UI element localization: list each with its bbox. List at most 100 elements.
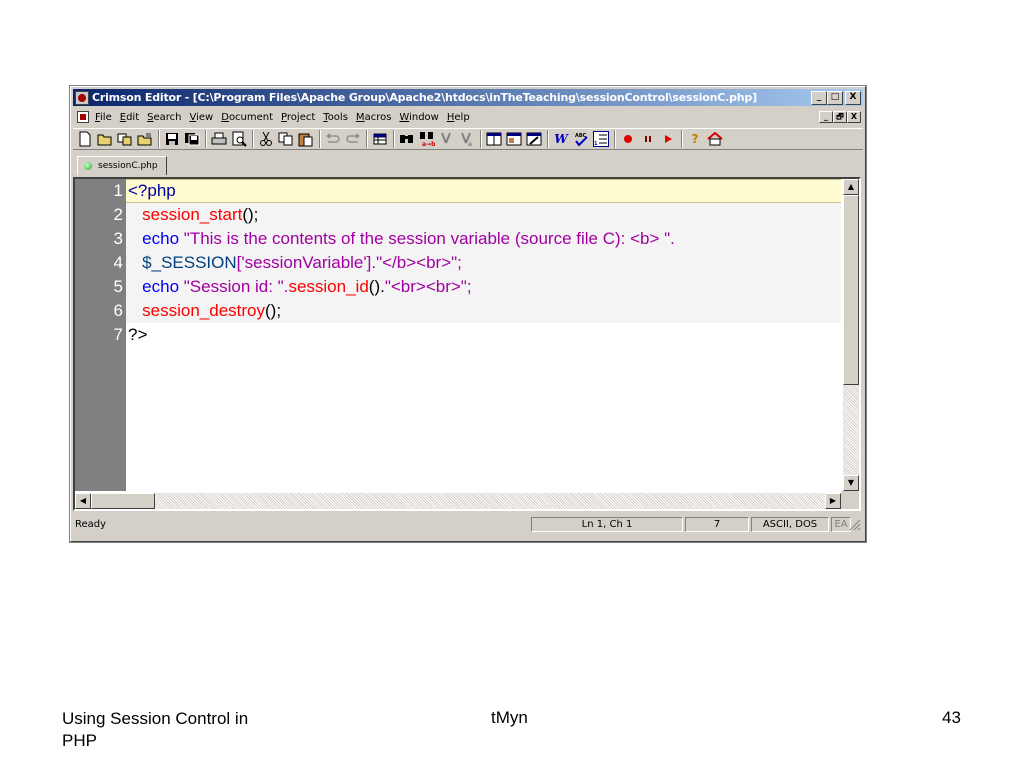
code-token: "<br><br>";	[384, 277, 472, 296]
save-all-icon[interactable]	[184, 131, 200, 147]
toolbar-separator	[681, 130, 683, 148]
copy-icon[interactable]	[278, 131, 294, 147]
spell-check-icon[interactable]: ABC	[573, 131, 589, 147]
redo-icon[interactable]	[345, 131, 361, 147]
word-wrap-icon[interactable]: W	[553, 131, 569, 147]
caption-buttons: _ □ X	[811, 90, 861, 105]
code-token: $_SESSION	[128, 253, 237, 272]
find-next-icon[interactable]: a→b	[419, 131, 435, 147]
undo-icon[interactable]	[325, 131, 341, 147]
tab-label: sessionC.php	[98, 161, 158, 171]
menu-bar: File Edit Search View Document Project T…	[73, 108, 863, 126]
resize-grip-icon[interactable]	[849, 519, 861, 531]
toolbar-separator	[158, 130, 160, 148]
menu-macros[interactable]: Macros	[356, 112, 392, 123]
document-menu-icon[interactable]	[77, 111, 89, 123]
horizontal-scroll-thumb[interactable]	[91, 493, 155, 509]
vertical-scrollbar[interactable]: ▲ ▼	[843, 179, 859, 491]
column-mode-icon[interactable]	[372, 131, 388, 147]
code-editor[interactable]: 1 2 3 4 5 6 7 <?php session_start(); ech…	[73, 177, 861, 511]
menu-project[interactable]: Project	[281, 112, 315, 123]
menu-search[interactable]: Search	[147, 112, 181, 123]
scrollbar-corner	[841, 491, 859, 509]
doc-minimize-button[interactable]: _	[819, 111, 833, 123]
scroll-down-arrow-icon[interactable]: ▼	[843, 475, 859, 491]
doc-restore-button[interactable]: 🗗	[833, 111, 847, 123]
home-icon[interactable]	[707, 131, 723, 147]
code-line: session_start();	[128, 203, 258, 227]
scroll-right-arrow-icon[interactable]: ▶	[825, 493, 841, 509]
status-encoding: ASCII, DOS	[751, 517, 829, 532]
line-number: 3	[113, 229, 123, 248]
menu-view[interactable]: View	[190, 112, 214, 123]
save-icon[interactable]	[164, 131, 180, 147]
pause-macro-icon[interactable]	[640, 131, 656, 147]
paste-icon[interactable]	[298, 131, 314, 147]
line-number: 4	[113, 253, 123, 272]
code-token: ().	[368, 277, 385, 296]
replace-icon[interactable]	[439, 131, 455, 147]
cut-icon[interactable]	[258, 131, 274, 147]
print-preview-icon[interactable]	[231, 131, 247, 147]
code-line: session_destroy();	[128, 299, 281, 323]
line-numbers-icon[interactable]: 1	[593, 131, 609, 147]
record-macro-icon[interactable]	[620, 131, 636, 147]
toolbar-separator	[366, 130, 368, 148]
toolbar-separator	[319, 130, 321, 148]
menu-help[interactable]: Help	[447, 112, 470, 123]
svg-text:a→b: a→b	[422, 141, 435, 147]
menu-window[interactable]: Window	[399, 112, 438, 123]
menu-document[interactable]: Document	[221, 112, 273, 123]
help-icon[interactable]: ?	[687, 131, 703, 147]
toolbar-separator	[480, 130, 482, 148]
play-macro-icon[interactable]	[660, 131, 676, 147]
code-token: ['sessionVariable']."</b><br>";	[236, 253, 462, 272]
crimson-editor-app-icon[interactable]	[75, 90, 89, 105]
code-token: ();	[242, 205, 259, 224]
doc-close-button[interactable]: X	[847, 111, 861, 123]
current-line-highlight	[126, 179, 841, 203]
status-bar: Ready Ln 1, Ch 1 7 ASCII, DOS EA	[73, 515, 863, 535]
recent-files-icon[interactable]	[117, 131, 133, 147]
code-token: session_destroy	[128, 301, 266, 320]
code-text-area[interactable]: <?php session_start(); echo "This is the…	[126, 179, 841, 491]
toolbar-separator	[614, 130, 616, 148]
document-tabs: sessionC.php	[73, 153, 863, 175]
status-ready: Ready	[75, 519, 107, 530]
open-remote-icon[interactable]	[137, 131, 153, 147]
title-bar[interactable]: Crimson Editor - [C:\Program Files\Apach…	[73, 89, 863, 106]
menu-file[interactable]: File	[95, 112, 112, 123]
horizontal-scrollbar[interactable]: ◀ ▶	[75, 493, 841, 509]
minimize-button[interactable]: _	[811, 90, 827, 105]
line-number: 7	[113, 325, 123, 344]
new-file-icon[interactable]	[77, 131, 93, 147]
directory-tree-icon[interactable]	[506, 131, 522, 147]
line-number: 2	[113, 205, 123, 224]
svg-text:1: 1	[594, 141, 598, 146]
code-line: $_SESSION['sessionVariable']."</b><br>";	[128, 251, 462, 275]
menu-edit[interactable]: Edit	[120, 112, 139, 123]
line-number: 1	[113, 181, 123, 200]
scroll-up-arrow-icon[interactable]: ▲	[843, 179, 859, 195]
goto-icon[interactable]: a	[459, 131, 475, 147]
print-icon[interactable]	[211, 131, 227, 147]
code-token: session_id	[288, 277, 369, 296]
footer-page-number: 43	[942, 708, 961, 727]
scroll-left-arrow-icon[interactable]: ◀	[75, 493, 91, 509]
output-window-icon[interactable]	[526, 131, 542, 147]
toolbar: a→b a W ABC 1 ?	[73, 128, 863, 150]
menu-tools[interactable]: Tools	[323, 112, 348, 123]
file-status-icon	[84, 162, 92, 170]
open-folder-icon[interactable]	[97, 131, 113, 147]
code-token: ?>	[128, 325, 148, 344]
maximize-button[interactable]: □	[827, 90, 843, 105]
tile-icon[interactable]	[486, 131, 502, 147]
code-token: "This is the contents of the session var…	[179, 229, 675, 248]
code-token: "Session id: ".	[179, 277, 289, 296]
find-icon[interactable]	[399, 131, 415, 147]
vertical-scroll-thumb[interactable]	[843, 195, 859, 385]
code-token: ();	[265, 301, 282, 320]
toolbar-separator	[252, 130, 254, 148]
close-button[interactable]: X	[845, 90, 861, 105]
tab-sessionc-php[interactable]: sessionC.php	[77, 156, 167, 175]
